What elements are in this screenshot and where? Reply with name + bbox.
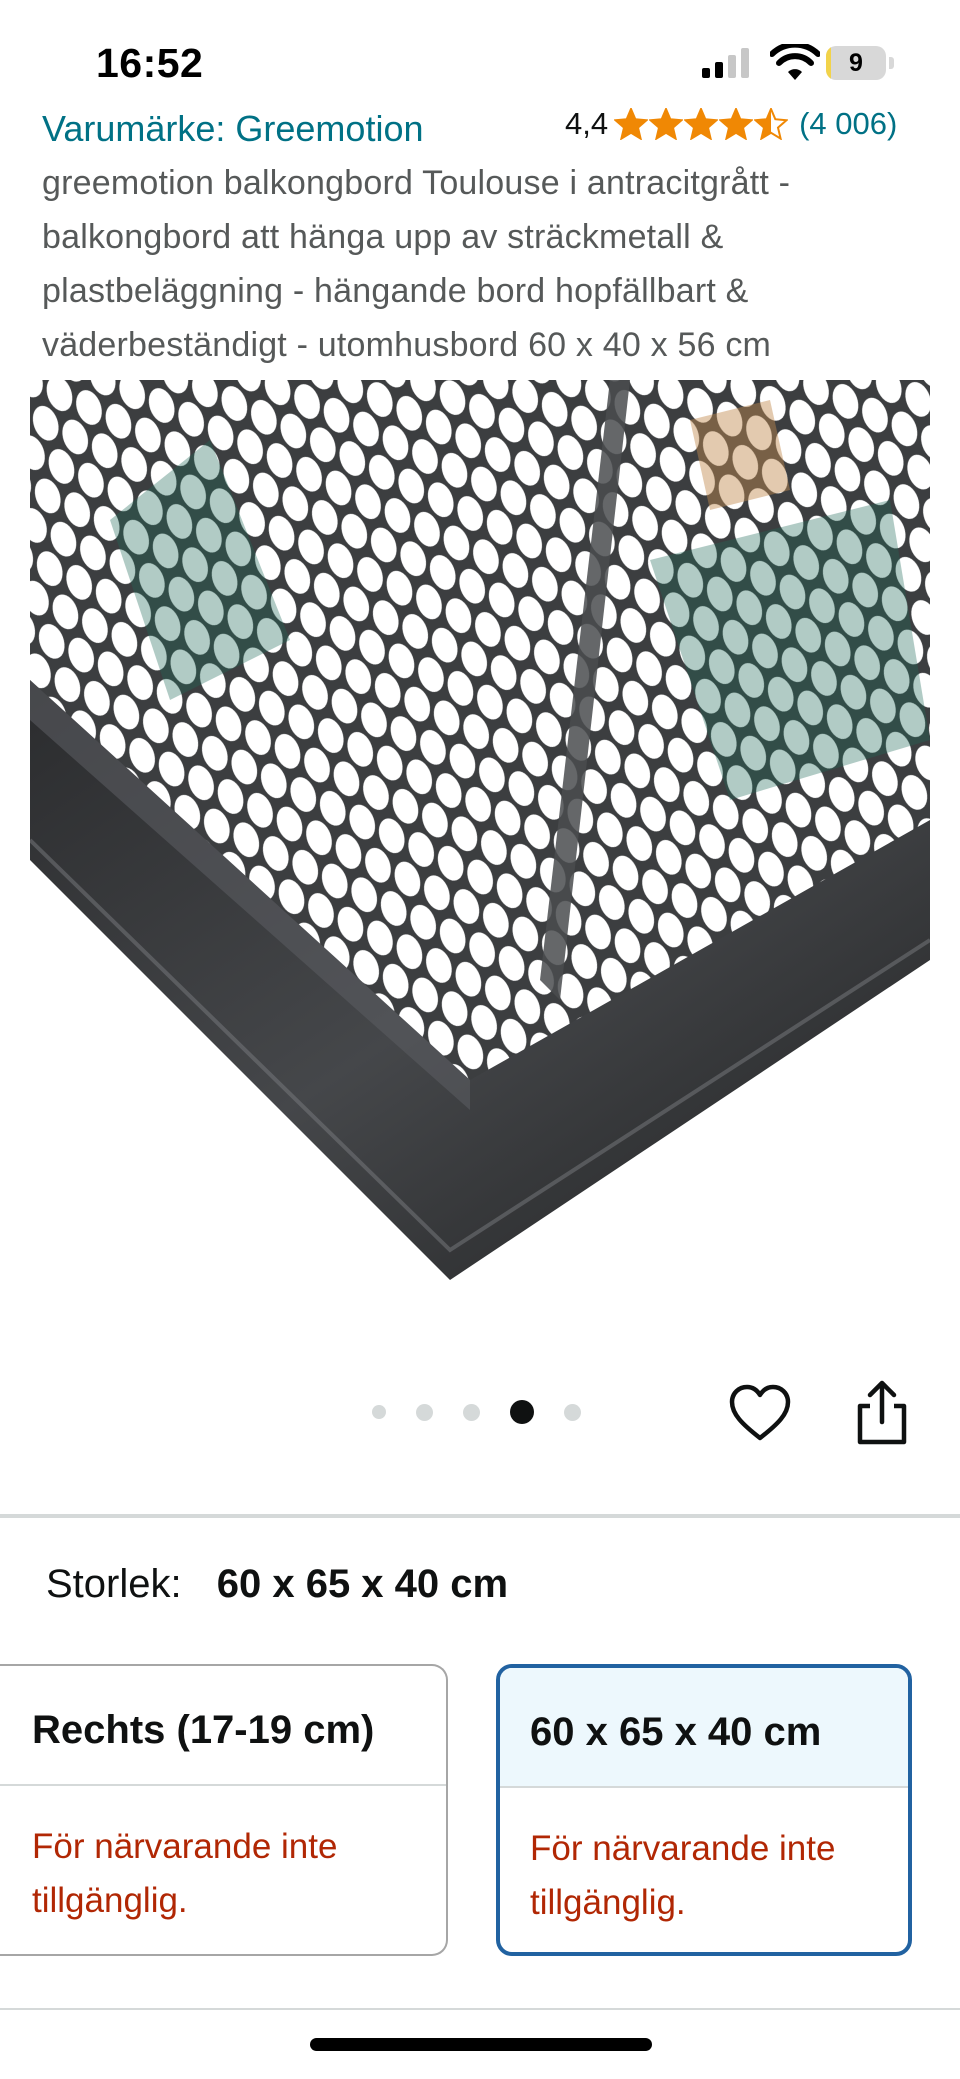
- size-option-title: Rechts (17-19 cm): [32, 1708, 375, 1752]
- size-label: Storlek:: [46, 1562, 182, 1606]
- carousel-dot[interactable]: [564, 1403, 581, 1421]
- carousel-dots[interactable]: [372, 1397, 611, 1427]
- star-half-icon: [754, 108, 789, 140]
- home-indicator[interactable]: [310, 2038, 652, 2051]
- share-icon[interactable]: [852, 1380, 912, 1446]
- brand-link[interactable]: Varumärke: Greemotion: [42, 108, 423, 150]
- carousel-dot-active[interactable]: [510, 1400, 534, 1424]
- status-time: 16:52: [96, 40, 204, 86]
- heart-icon[interactable]: [728, 1384, 792, 1444]
- availability-text: För närvarande inte tillgänglig.: [32, 1827, 338, 1920]
- product-image[interactable]: [30, 380, 930, 1280]
- rating-value: 4,4: [565, 106, 609, 141]
- carousel-dot[interactable]: [463, 1403, 480, 1421]
- size-option-60x65x40-selected[interactable]: 60 x 65 x 40 cm För närvarande inte till…: [496, 1664, 912, 1956]
- star-full-icon: [649, 108, 684, 140]
- cellular-signal-icon: [702, 48, 749, 78]
- section-divider-bottom: [0, 2008, 960, 2010]
- carousel-dot[interactable]: [372, 1405, 386, 1419]
- size-option-rechts[interactable]: Rechts (17-19 cm) För närvarande inte ti…: [0, 1664, 448, 1956]
- availability-text: För närvarande inte tillgänglig.: [530, 1829, 836, 1922]
- size-selection-row: Storlek: 60 x 65 x 40 cm: [46, 1562, 508, 1607]
- rating-summary[interactable]: 4,4 (4 006): [565, 106, 897, 142]
- section-divider: [0, 1514, 960, 1518]
- star-full-icon: [614, 108, 649, 140]
- star-full-icon: [719, 108, 754, 140]
- table-corner-photo: [30, 380, 930, 1280]
- star-full-icon: [684, 108, 719, 140]
- battery-icon: 9: [826, 46, 896, 80]
- rating-count-link[interactable]: (4 006): [799, 106, 897, 142]
- product-title: greemotion balkongbord Toulouse i antrac…: [42, 164, 791, 364]
- size-selected-value: 60 x 65 x 40 cm: [216, 1562, 509, 1606]
- brand-rating-row: Varumärke: Greemotion 4,4 (4 006): [0, 96, 960, 156]
- size-option-title: 60 x 65 x 40 cm: [500, 1668, 908, 1786]
- wifi-icon: [770, 44, 820, 80]
- battery-percentage: 9: [849, 49, 863, 77]
- rating-stars: [614, 108, 789, 140]
- carousel-dot[interactable]: [416, 1403, 433, 1421]
